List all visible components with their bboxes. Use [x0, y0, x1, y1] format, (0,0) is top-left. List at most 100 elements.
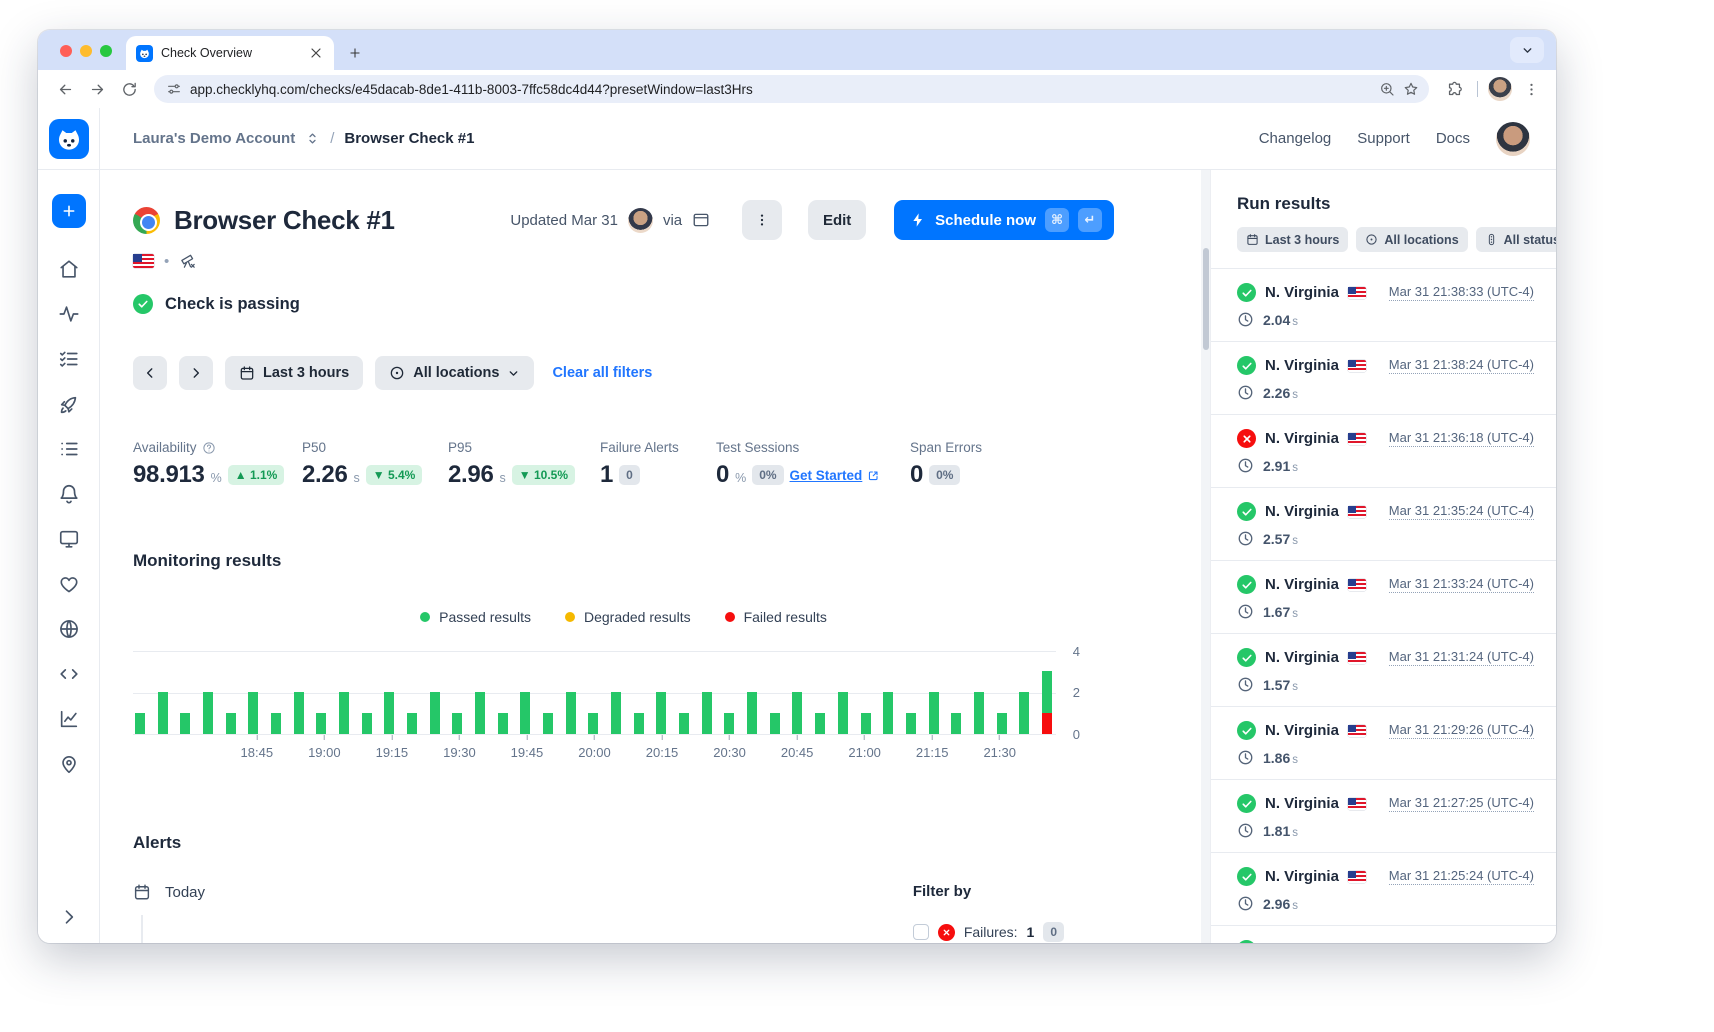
site-settings-icon[interactable] — [166, 81, 182, 97]
run-result-row[interactable]: N. VirginiaMar 31 21:29:26 (UTC-4)1.86s — [1211, 707, 1556, 780]
chart-bar[interactable] — [906, 713, 916, 734]
chart-bar[interactable] — [883, 692, 893, 734]
run-result-row[interactable]: N. VirginiaMar 31 21:33:24 (UTC-4)1.67s — [1211, 561, 1556, 634]
user-avatar[interactable] — [1496, 122, 1530, 156]
run-result-row[interactable]: N. VirginiaMar 31 21:36:18 (UTC-4)2.91s — [1211, 415, 1556, 488]
chart-bar[interactable] — [634, 713, 644, 734]
zoom-page-icon[interactable] — [1379, 81, 1395, 97]
run-timestamp-link[interactable]: Mar 31 21:31:24 (UTC-4) — [1389, 649, 1534, 666]
run-timestamp-link[interactable]: Mar 31 21:23:24 (UTC-4) — [1389, 941, 1534, 943]
scrollbar-thumb[interactable] — [1203, 248, 1209, 350]
main-scrollbar[interactable] — [1201, 170, 1210, 943]
chart-bar[interactable] — [1042, 671, 1052, 734]
forward-button[interactable] — [84, 76, 110, 102]
help-icon[interactable] — [202, 441, 216, 455]
code-icon[interactable] — [58, 663, 80, 685]
nav-link-support[interactable]: Support — [1357, 130, 1410, 147]
zoom-window-button[interactable] — [100, 45, 112, 57]
url-bar[interactable]: app.checklyhq.com/checks/e45dacab-8de1-4… — [154, 75, 1429, 103]
run-timestamp-link[interactable]: Mar 31 21:25:24 (UTC-4) — [1389, 868, 1534, 885]
chart-bar[interactable] — [611, 692, 621, 734]
checklist-icon[interactable] — [58, 348, 80, 370]
heart-icon[interactable] — [58, 573, 80, 595]
chart-bar[interactable] — [1019, 692, 1029, 734]
browser-tab[interactable]: Check Overview — [126, 36, 334, 70]
chart-bar[interactable] — [679, 713, 689, 734]
tab-close-icon[interactable] — [308, 45, 324, 61]
browser-profile-avatar[interactable] — [1488, 77, 1512, 101]
extensions-icon[interactable] — [1441, 76, 1467, 102]
chart-bar[interactable] — [724, 713, 734, 734]
runners-icon[interactable] — [58, 438, 80, 460]
chart-bar[interactable] — [588, 713, 598, 734]
chart-bar[interactable] — [792, 692, 802, 734]
chart-bar[interactable] — [838, 692, 848, 734]
activity-icon[interactable] — [58, 303, 80, 325]
chart-bar[interactable] — [248, 692, 258, 734]
chart-icon[interactable] — [58, 708, 80, 730]
create-new-button[interactable] — [52, 194, 86, 228]
chart-bar[interactable] — [747, 692, 757, 734]
sidebar-expand-chevron-icon[interactable] — [59, 907, 79, 927]
close-window-button[interactable] — [60, 45, 72, 57]
chart-bar[interactable] — [974, 692, 984, 734]
checkly-logo-icon[interactable] — [49, 119, 89, 159]
account-switcher-icon[interactable] — [305, 131, 320, 146]
chart-bar[interactable] — [656, 692, 666, 734]
chart-bar[interactable] — [815, 713, 825, 734]
chart-bar[interactable] — [430, 692, 440, 734]
run-result-row[interactable]: N. VirginiaMar 31 21:38:24 (UTC-4)2.26s — [1211, 342, 1556, 415]
chart-bar[interactable] — [294, 692, 304, 734]
edit-button[interactable]: Edit — [808, 200, 866, 240]
nav-link-docs[interactable]: Docs — [1436, 130, 1470, 147]
chart-bar[interactable] — [951, 713, 961, 734]
run-timestamp-link[interactable]: Mar 31 21:38:33 (UTC-4) — [1389, 284, 1534, 301]
chart-bar[interactable] — [543, 713, 553, 734]
bell-icon[interactable] — [58, 483, 80, 505]
rocket-icon[interactable] — [58, 393, 80, 415]
chart-bar[interactable] — [407, 713, 417, 734]
run-timestamp-link[interactable]: Mar 31 21:36:18 (UTC-4) — [1389, 430, 1534, 447]
chart-bar[interactable] — [271, 713, 281, 734]
legend-degraded-results[interactable]: Degraded results — [565, 609, 691, 625]
run-timestamp-link[interactable]: Mar 31 21:27:25 (UTC-4) — [1389, 795, 1534, 812]
chart-bar[interactable] — [452, 713, 462, 734]
time-range-filter[interactable]: Last 3 hours — [225, 356, 363, 390]
chart-bar[interactable] — [861, 713, 871, 734]
run-filter-badge-last-3-hours[interactable]: Last 3 hours — [1237, 227, 1348, 252]
back-button[interactable] — [52, 76, 78, 102]
run-timestamp-link[interactable]: Mar 31 21:29:26 (UTC-4) — [1389, 722, 1534, 739]
run-timestamp-link[interactable]: Mar 31 21:38:24 (UTC-4) — [1389, 357, 1534, 374]
monitor-icon[interactable] — [58, 528, 80, 550]
get-started-link[interactable]: Get Started — [790, 468, 881, 483]
chart-bar[interactable] — [384, 692, 394, 734]
locations-filter[interactable]: All locations — [375, 356, 534, 390]
chart-bar[interactable] — [316, 713, 326, 734]
chart-bar[interactable] — [770, 713, 780, 734]
run-result-row[interactable]: N. VirginiaMar 31 21:23:24 (UTC-4)2.18s — [1211, 926, 1556, 943]
bookmark-star-icon[interactable] — [1403, 81, 1419, 97]
tab-search-chevron-button[interactable] — [1510, 37, 1544, 63]
failures-checkbox[interactable] — [913, 924, 929, 940]
run-result-row[interactable]: N. VirginiaMar 31 21:38:33 (UTC-4)2.04s — [1211, 269, 1556, 342]
chart-bar[interactable] — [475, 692, 485, 734]
run-filter-badge-all-locations[interactable]: All locations — [1356, 227, 1467, 252]
chart-bar[interactable] — [226, 713, 236, 734]
chart-bar[interactable] — [498, 713, 508, 734]
chart-bar[interactable] — [929, 692, 939, 734]
minimize-window-button[interactable] — [80, 45, 92, 57]
legend-failed-results[interactable]: Failed results — [725, 609, 827, 625]
next-period-button[interactable] — [179, 356, 213, 390]
run-result-row[interactable]: N. VirginiaMar 31 21:35:24 (UTC-4)2.57s — [1211, 488, 1556, 561]
clear-filters-link[interactable]: Clear all filters — [552, 365, 652, 381]
chart-bar[interactable] — [362, 713, 372, 734]
chart-bar[interactable] — [339, 692, 349, 734]
chart-bar[interactable] — [135, 713, 145, 734]
globe-icon[interactable] — [58, 618, 80, 640]
legend-passed-results[interactable]: Passed results — [420, 609, 531, 625]
chart-bar[interactable] — [203, 692, 213, 734]
run-result-row[interactable]: N. VirginiaMar 31 21:27:25 (UTC-4)1.81s — [1211, 780, 1556, 853]
account-switcher[interactable]: Laura's Demo Account — [133, 130, 295, 147]
chart-bar[interactable] — [520, 692, 530, 734]
home-icon[interactable] — [58, 258, 80, 280]
